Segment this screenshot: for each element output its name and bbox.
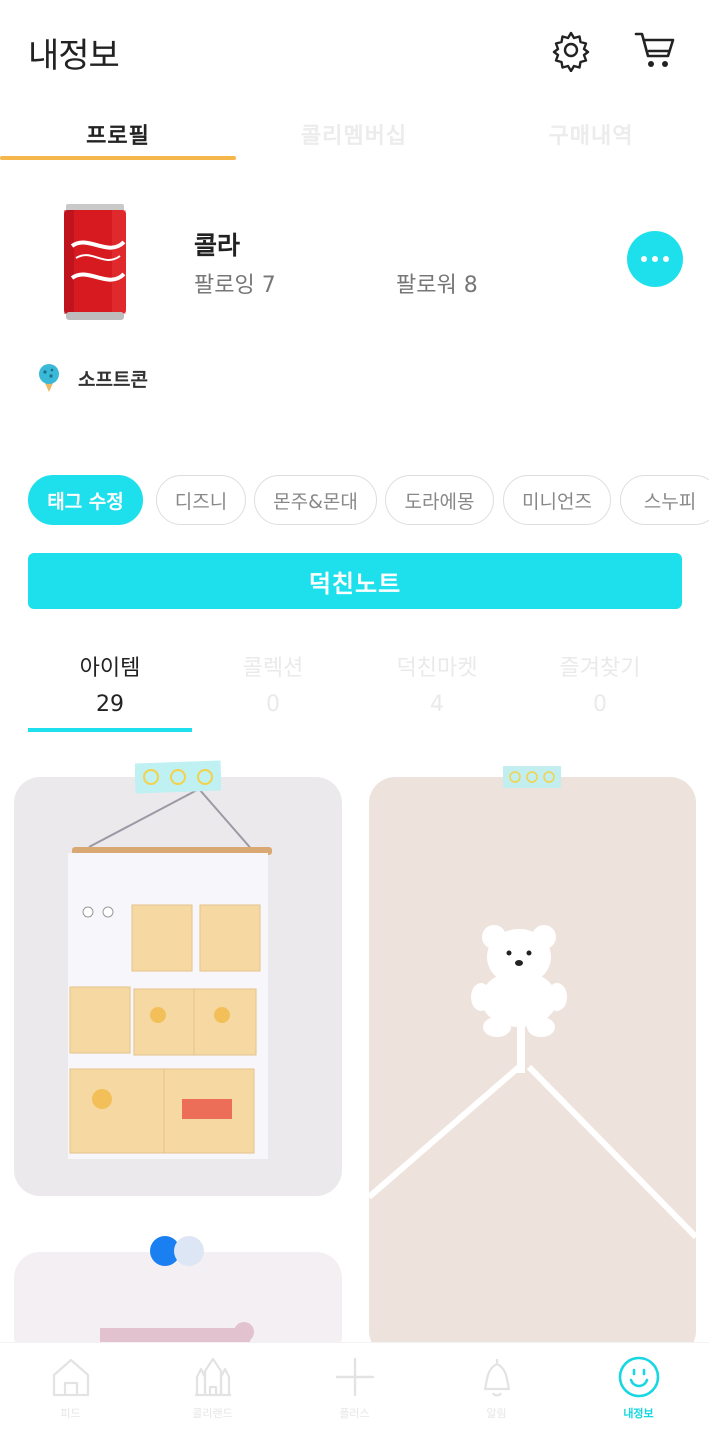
- tab-label: 즐겨찾기: [559, 656, 641, 681]
- sticker-decoration: [150, 1236, 204, 1266]
- user-badge: 소프트콘: [36, 362, 148, 394]
- dot-icon: [652, 256, 658, 262]
- sub-tab-underline: [28, 728, 192, 732]
- item-card[interactable]: [369, 777, 696, 1357]
- tag-chip[interactable]: 미니언즈: [503, 475, 611, 525]
- avatar[interactable]: [50, 196, 150, 326]
- tab-purchases[interactable]: 구매내역: [473, 118, 709, 150]
- tab-underline: [0, 156, 236, 160]
- tab-favorites[interactable]: 즐겨찾기 0: [518, 650, 682, 717]
- tab-membership[interactable]: 콜리멤버십: [236, 118, 472, 150]
- nav-label: 피드: [60, 1407, 81, 1420]
- plus-icon: [335, 1357, 374, 1397]
- gear-icon[interactable]: [549, 28, 593, 73]
- dot-icon: [641, 256, 647, 262]
- sticker-decoration: [135, 760, 221, 794]
- castle-icon: [194, 1357, 231, 1397]
- bottom-nav: 피드 콜리랜드 플러스 알림 내정보: [0, 1342, 709, 1440]
- item-card[interactable]: [14, 777, 342, 1196]
- edit-tags-button[interactable]: 태그 수정: [28, 475, 143, 525]
- dot-icon: [663, 256, 669, 262]
- following-count[interactable]: 팔로잉 7: [194, 267, 276, 299]
- more-options-button[interactable]: [627, 231, 683, 287]
- tag-chip[interactable]: 디즈니: [156, 475, 246, 525]
- tab-count: 4: [430, 692, 444, 717]
- tab-count: 0: [593, 692, 607, 717]
- nav-plus[interactable]: 플러스: [284, 1355, 425, 1421]
- tab-label: 콜렉션: [242, 656, 304, 681]
- tab-count: 0: [266, 692, 280, 717]
- tab-collection[interactable]: 콜렉션 0: [191, 650, 355, 717]
- profile-tabs: 프로필 콜리멤버십 구매내역: [0, 108, 709, 164]
- nav-label: 내정보: [623, 1407, 654, 1420]
- nav-feed[interactable]: 피드: [0, 1355, 141, 1421]
- tag-chip[interactable]: 도라에몽: [385, 475, 494, 525]
- item-tabs: 아이템 29 콜렉션 0 덕친마켓 4 즐겨찾기 0: [28, 650, 682, 736]
- cart-icon[interactable]: [633, 28, 677, 72]
- tab-market[interactable]: 덕친마켓 4: [355, 650, 519, 717]
- nav-label: 콜리랜드: [192, 1407, 233, 1420]
- fan-note-button[interactable]: 덕친노트: [28, 553, 682, 609]
- soft-cone-icon: [39, 364, 59, 392]
- nav-notifications[interactable]: 알림: [426, 1355, 567, 1421]
- home-icon: [52, 1358, 89, 1397]
- page-title: 내정보: [28, 36, 120, 76]
- tab-label: 아이템: [79, 656, 141, 681]
- smile-icon: [618, 1356, 659, 1398]
- tab-count: 29: [96, 692, 124, 717]
- sticker-decoration: [503, 766, 561, 788]
- tag-list: 태그 수정 디즈니 몬주&몬대 도라에몽 미니언즈 스누피: [28, 475, 709, 525]
- tag-chip[interactable]: 스누피: [620, 475, 709, 525]
- nav-my-info[interactable]: 내정보: [568, 1355, 709, 1421]
- profile-name: 콜라: [194, 231, 241, 260]
- app-header: 내정보: [0, 0, 709, 100]
- tag-chip[interactable]: 몬주&몬대: [254, 475, 377, 525]
- nav-colliland[interactable]: 콜리랜드: [142, 1355, 283, 1421]
- badge-label: 소프트콘: [78, 368, 148, 391]
- tab-label: 덕친마켓: [396, 656, 478, 681]
- nav-label: 알림: [486, 1407, 507, 1420]
- tab-profile[interactable]: 프로필: [0, 118, 236, 150]
- follower-count[interactable]: 팔로워 8: [396, 267, 478, 299]
- nav-label: 플러스: [339, 1407, 370, 1420]
- bell-icon: [483, 1359, 510, 1397]
- tab-items[interactable]: 아이템 29: [28, 650, 192, 717]
